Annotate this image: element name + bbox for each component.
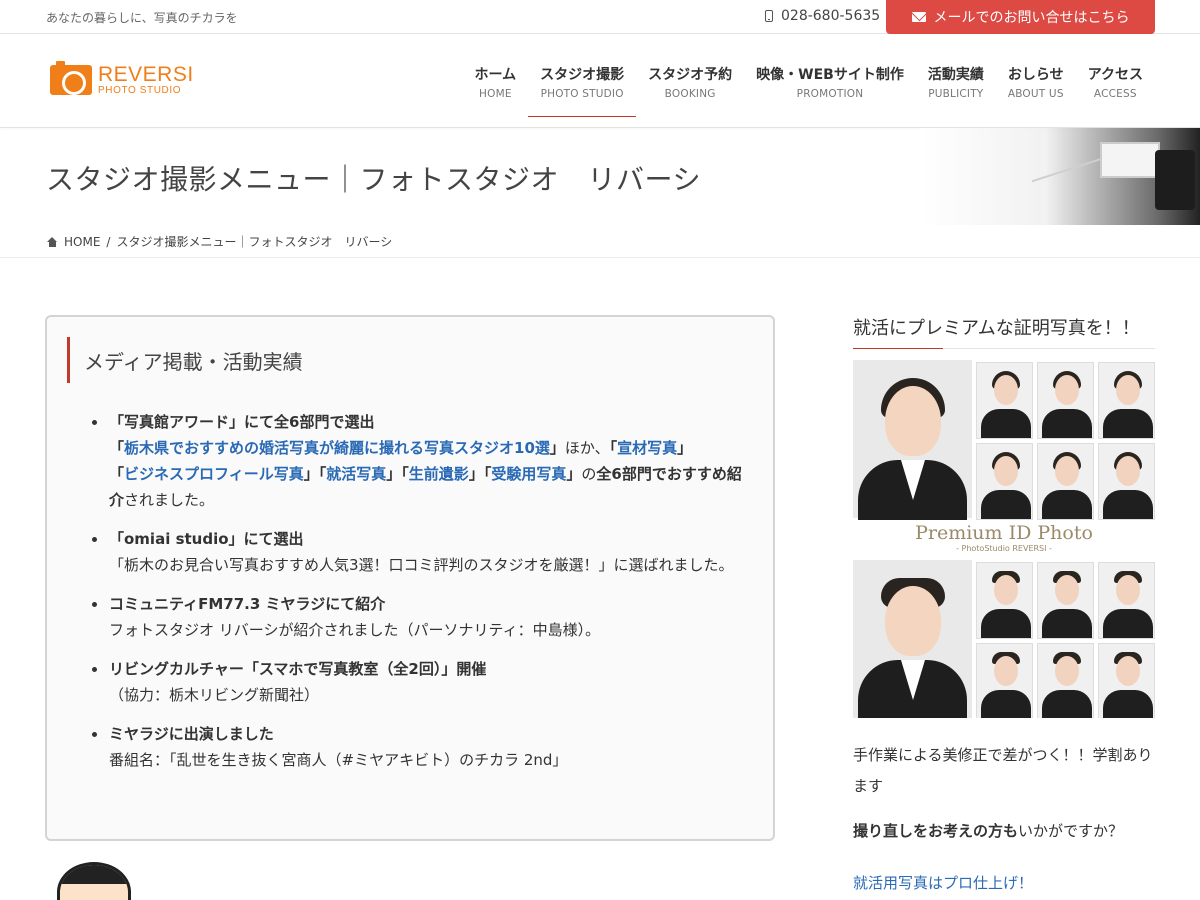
item-body: （協力：栃木リビング新聞社）	[109, 686, 320, 704]
item-body: フォトスタジオ リバーシが紹介されました（パーソナリティ：中島様）。	[109, 621, 601, 639]
text-no: の	[581, 465, 597, 483]
phone-link[interactable]: 028-680-5635	[765, 8, 880, 24]
site-header: REVERSI PHOTO STUDIO ホーム HOME スタジオ撮影 PHO…	[0, 34, 1200, 128]
tagline: あなたの暮らしに、写真のチカラを	[46, 11, 238, 25]
top-bar: あなたの暮らしに、写真のチカラを 028-680-5635 メールでのお問い合せ…	[0, 0, 1200, 34]
page-title-band: スタジオ撮影メニュー｜フォトスタジオ リバーシ HOME / スタジオ撮影メニュ…	[0, 128, 1200, 258]
link-shukatsu[interactable]: 就活写真	[326, 465, 386, 483]
breadcrumb: HOME / スタジオ撮影メニュー｜フォトスタジオ リバーシ	[46, 233, 392, 250]
item-title: コミュニティFM77.3 ミヤラジにて紹介	[109, 595, 386, 613]
quote-close: 」	[386, 465, 402, 483]
link-konkatsu[interactable]: 栃木県でおすすめの婚活写真が綺麗に撮れる写真スタジオ10選	[124, 439, 550, 457]
envelope-icon	[911, 12, 926, 22]
media-box: メディア掲載・活動実績 「写真館アワード」にて全6部門で選出 「栃木県でおすすめ…	[45, 315, 775, 841]
man-thumbnails	[976, 562, 1155, 718]
breadcrumb-current: スタジオ撮影メニュー｜フォトスタジオ リバーシ	[116, 235, 393, 249]
list-item: リビングカルチャー「スマホで写真教室（全2回）」開催 （協力：栃木リビング新聞社…	[92, 656, 754, 708]
nav-label-en: ACCESS	[1093, 88, 1137, 100]
site-logo[interactable]: REVERSI PHOTO STUDIO	[50, 61, 194, 96]
link-senzai[interactable]: 宣材写真	[617, 439, 677, 457]
logo-sub: PHOTO STUDIO	[98, 85, 182, 96]
link-juken[interactable]: 受験用写真	[491, 465, 566, 483]
header-decoration-image	[920, 128, 1200, 225]
nav-label-en: PHOTO STUDIO	[540, 88, 624, 100]
nav-label-ja: おしらせ	[1007, 67, 1064, 83]
sidebar-text-retouch: 手作業による美修正で差がつく！！学割あります	[853, 746, 1153, 795]
quote-open: 「	[109, 465, 125, 483]
woman-thumbnails	[976, 362, 1155, 520]
media-list: 「写真館アワード」にて全6部門で選出 「栃木県でおすすめの婚活写真が綺麗に撮れる…	[92, 409, 754, 786]
nav-label-en: PUBLICITY	[928, 88, 984, 100]
quote-close: 」	[677, 439, 693, 457]
retake-bold: 撮り直しをお考えの方も	[853, 822, 1019, 840]
nav-label-ja: ホーム	[474, 67, 517, 83]
media-heading: メディア掲載・活動実績	[67, 337, 303, 383]
page-title: スタジオ撮影メニュー｜フォトスタジオ リバーシ	[46, 163, 701, 196]
nav-item-home[interactable]: ホーム HOME	[463, 64, 529, 117]
mail-contact-label: メールでのお問い合せはこちら	[933, 10, 1130, 26]
nav-label-en: ABOUT US	[1007, 88, 1064, 100]
shukatsu-photo-link[interactable]: 就活用写真はプロ仕上げ！	[853, 872, 1033, 893]
sidebar-title: 就活にプレミアムな証明写真を！！	[853, 314, 1155, 349]
camera-icon	[50, 61, 92, 95]
cartoon-avatar-illustration	[57, 862, 131, 900]
nav-item-photo-studio[interactable]: スタジオ撮影 PHOTO STUDIO	[528, 64, 637, 117]
breadcrumb-separator: /	[106, 234, 111, 249]
retake-rest: いかがですか？	[1018, 822, 1124, 840]
nav-label-ja: 活動実績	[927, 67, 984, 83]
nav-item-booking[interactable]: スタジオ予約 BOOKING	[636, 64, 744, 117]
item-title: 「写真館アワード」にて全6部門で選出	[109, 413, 375, 431]
quote-open: 「	[109, 439, 125, 457]
woman-portrait	[853, 360, 972, 520]
nav-label-ja: スタジオ撮影	[540, 67, 625, 83]
link-business-profile[interactable]: ビジネスプロフィール写真	[124, 465, 304, 483]
mail-contact-button[interactable]: メールでのお問い合せはこちら	[886, 0, 1155, 34]
nav-item-about-us[interactable]: おしらせ ABOUT US	[996, 64, 1076, 117]
sidebar-text-retake: 撮り直しをお考えの方もいかがですか？	[853, 820, 1155, 841]
item-body: 「栃木のお見合い写真おすすめ人気3選！口コミ評判のスタジオを厳選！」に選ばれまし…	[109, 556, 734, 574]
list-item: コミュニティFM77.3 ミヤラジにて紹介 フォトスタジオ リバーシが紹介されま…	[92, 591, 754, 643]
premium-id-photo-title: Premium ID Photo	[915, 522, 1093, 544]
nav-label-ja: 映像・WEBサイト制作	[756, 67, 904, 83]
quote-close: 」	[549, 439, 565, 457]
nav-item-publicity[interactable]: 活動実績 PUBLICITY	[916, 64, 996, 117]
phone-number: 028-680-5635	[781, 8, 881, 24]
logo-main: REVERSI	[98, 63, 194, 86]
nav-label-ja: アクセス	[1087, 67, 1143, 83]
link-seizen-iei[interactable]: 生前遺影	[409, 465, 469, 483]
nav-item-access[interactable]: アクセス ACCESS	[1076, 64, 1155, 117]
quote-open: 「	[609, 439, 618, 457]
man-portrait	[853, 560, 972, 718]
nav-label-en: BOOKING	[664, 88, 716, 100]
list-item: 「写真館アワード」にて全6部門で選出 「栃木県でおすすめの婚活写真が綺麗に撮れる…	[92, 409, 754, 513]
nav-label-en: HOME	[479, 88, 512, 100]
item-body: 番組名：「乱世を生き抜く宮商人（#ミヤアキビト）のチカラ 2nd」	[109, 751, 568, 769]
quote-close: 」	[566, 465, 582, 483]
phone-icon	[765, 10, 773, 22]
main-nav: ホーム HOME スタジオ撮影 PHOTO STUDIO スタジオ予約 BOOK…	[463, 64, 1155, 117]
quote-close: 」	[303, 465, 319, 483]
item-title: 「omiai studio」にて選出	[109, 530, 304, 548]
premium-id-photo-banner[interactable]: Premium ID Photo - PhotoStudio REVERSI -	[853, 360, 1155, 718]
quote-close: 」	[468, 465, 484, 483]
text-hoka: ほか、	[564, 439, 610, 457]
item-title: リビングカルチャー「スマホで写真教室（全2回）」開催	[109, 660, 487, 678]
list-item: ミヤラジに出演しました 番組名：「乱世を生き抜く宮商人（#ミヤアキビト）のチカラ…	[92, 721, 754, 773]
item-title: ミヤラジに出演しました	[109, 725, 274, 743]
nav-item-promotion[interactable]: 映像・WEBサイト制作 PROMOTION	[744, 64, 916, 117]
premium-id-photo-sub: - PhotoStudio REVERSI -	[956, 544, 1052, 553]
nav-label-ja: スタジオ予約	[648, 67, 733, 83]
breadcrumb-home[interactable]: HOME	[64, 235, 100, 249]
nav-label-en: PROMOTION	[796, 88, 864, 100]
list-item: 「omiai studio」にて選出 「栃木のお見合い写真おすすめ人気3選！口コ…	[92, 526, 754, 578]
quote-open: 「	[401, 465, 409, 483]
text-tail: されました。	[124, 491, 215, 509]
home-icon	[46, 236, 58, 247]
logo-text: REVERSI PHOTO STUDIO	[98, 64, 194, 96]
